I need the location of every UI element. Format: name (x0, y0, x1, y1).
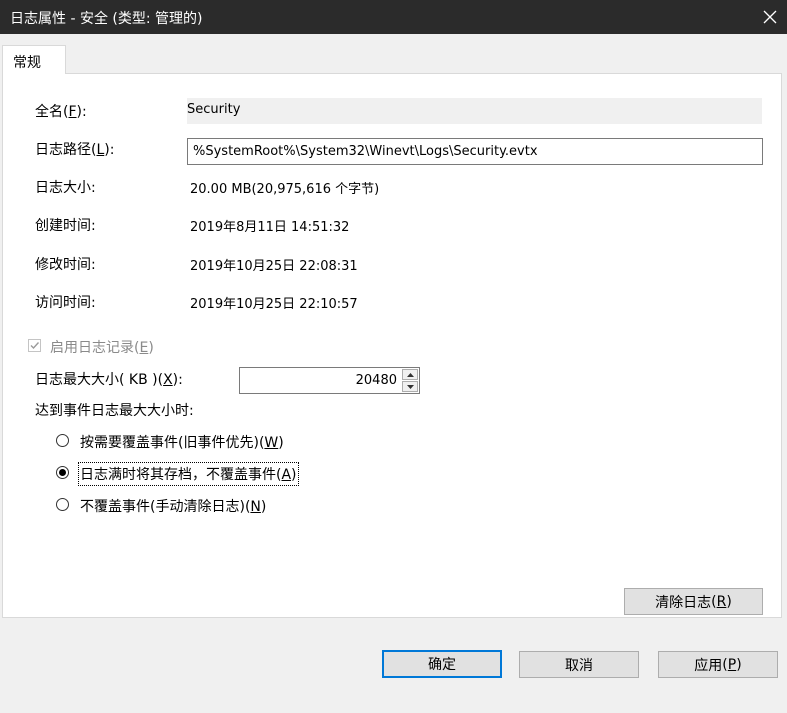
radio-overwrite-as-needed-dot (56, 434, 69, 447)
tab-general-label: 常规 (13, 55, 41, 71)
log-size-label: 日志大小: (35, 180, 96, 196)
radio-overwrite-as-needed-label: 按需要覆盖事件(旧事件优先)(W) (80, 435, 284, 451)
max-size-label: 日志最大大小( KB )(X): (35, 372, 183, 388)
modified-value: 2019年10月25日 22:08:31 (190, 259, 358, 274)
accessed-label: 访问时间: (35, 295, 96, 311)
log-size-value: 20.00 MB(20,975,616 个字节) (190, 182, 380, 197)
log-path-value: %SystemRoot%\System32\Winevt\Logs\Securi… (193, 144, 538, 159)
max-size-spinbox[interactable]: 20480 (239, 367, 420, 394)
radio-archive-when-full-dot (56, 466, 69, 479)
clear-log-accel: R (716, 593, 727, 610)
cancel-button[interactable]: 取消 (519, 651, 639, 678)
checkmark-icon (30, 342, 40, 350)
arrow-down-icon (406, 384, 414, 389)
close-icon (763, 10, 777, 24)
clear-log-button[interactable]: 清除日志(R) (624, 588, 763, 615)
log-path-label: 日志路径(L): (35, 142, 115, 158)
close-button[interactable] (753, 0, 787, 34)
enable-logging-box (28, 339, 41, 352)
ok-button[interactable]: 确定 (382, 650, 502, 678)
apply-button[interactable]: 应用(P) (658, 651, 778, 678)
full-name-label: 全名(F): (35, 104, 87, 120)
enable-logging-label: 启用日志记录(E) (50, 340, 154, 356)
apply-label: 应用 (694, 657, 723, 674)
full-name-field[interactable]: Security (187, 98, 762, 124)
ok-label: 确定 (428, 657, 456, 673)
spin-buttons (402, 369, 418, 392)
window-title: 日志属性 - 安全 (类型: 管理的) (10, 11, 203, 27)
created-value: 2019年8月11日 14:51:32 (190, 220, 350, 235)
spin-up-button[interactable] (402, 369, 418, 380)
accessed-value: 2019年10月25日 22:10:57 (190, 297, 358, 312)
max-size-value: 20480 (355, 373, 397, 388)
spin-down-button[interactable] (402, 381, 418, 392)
tab-general[interactable]: 常规 (2, 45, 66, 74)
arrow-up-icon (406, 372, 414, 377)
full-name-value: Security (187, 102, 241, 117)
radio-archive-when-full-label: 日志满时将其存档，不覆盖事件(A) (78, 462, 299, 486)
created-label: 创建时间: (35, 218, 96, 234)
radio-do-not-overwrite-label: 不覆盖事件(手动清除日志)(N) (80, 499, 267, 515)
apply-accel: P (727, 656, 737, 673)
log-path-input[interactable]: %SystemRoot%\System32\Winevt\Logs\Securi… (187, 138, 763, 165)
when-max-label: 达到事件日志最大大小时: (35, 403, 194, 419)
title-bar: 日志属性 - 安全 (类型: 管理的) (0, 0, 787, 34)
radio-do-not-overwrite-dot (56, 498, 69, 511)
cancel-label: 取消 (565, 657, 593, 674)
clear-log-label: 清除日志 (655, 594, 712, 611)
modified-label: 修改时间: (35, 257, 96, 273)
